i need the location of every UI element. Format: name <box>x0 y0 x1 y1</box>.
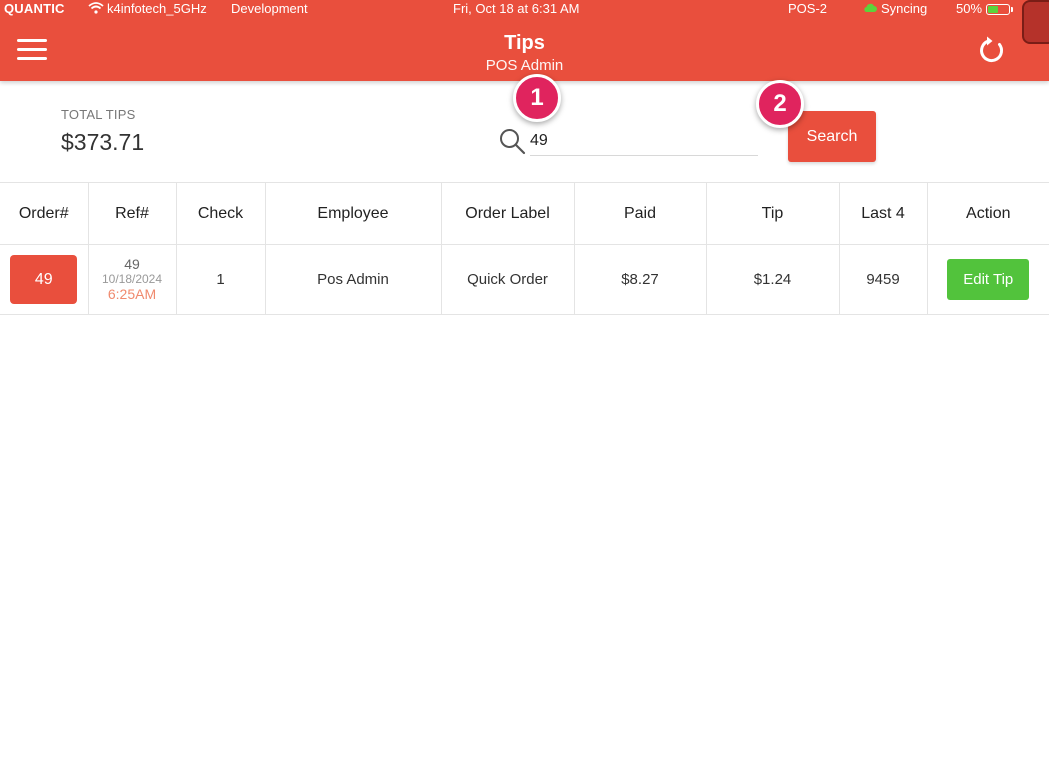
table-row: 49 49 10/18/2024 6:25AM 1 Pos Admin Quic… <box>0 244 1049 315</box>
ref-date: 10/18/2024 <box>101 272 163 286</box>
sync-status: Syncing <box>881 1 928 16</box>
table-header-row: Order# Ref# Check Employee Order Label P… <box>0 182 1049 245</box>
cloud-icon <box>862 2 878 17</box>
environment-label: Development <box>231 1 308 16</box>
step-badge-2: 2 <box>756 80 804 128</box>
cell-check: 1 <box>176 244 266 315</box>
edit-tip-button[interactable]: Edit Tip <box>947 259 1030 300</box>
battery-fill <box>988 6 998 13</box>
cell-order: 49 <box>0 244 89 315</box>
status-datetime: Fri, Oct 18 at 6:31 AM <box>453 1 580 16</box>
ref-time: 6:25AM <box>107 286 157 302</box>
column-header-action: Action <box>927 182 1049 245</box>
total-tips-label: TOTAL TIPS <box>61 107 136 122</box>
column-header-paid: Paid <box>574 182 707 245</box>
page-subtitle: POS Admin <box>485 57 564 74</box>
total-tips-value: $373.71 <box>61 129 145 155</box>
cell-last4: 9459 <box>839 244 928 315</box>
tips-table: Order# Ref# Check Employee Order Label P… <box>0 182 1049 315</box>
battery-percent: 50% <box>956 1 983 16</box>
step-badge-1: 1 <box>513 74 561 122</box>
cell-ref: 49 10/18/2024 6:25AM <box>88 244 177 315</box>
app-header: QUANTIC k4infotech_5GHz Development Fri,… <box>0 0 1049 81</box>
column-header-order: Order# <box>0 182 89 245</box>
cell-paid: $8.27 <box>574 244 707 315</box>
ref-number: 49 <box>124 256 140 272</box>
wifi-ssid: k4infotech_5GHz <box>107 1 207 16</box>
battery-tip <box>1011 7 1013 12</box>
cell-employee: Pos Admin <box>265 244 442 315</box>
cell-order-label: Quick Order <box>441 244 575 315</box>
refresh-icon[interactable] <box>975 33 1009 67</box>
wifi-icon <box>88 0 104 19</box>
column-header-tip: Tip <box>706 182 840 245</box>
column-header-last4: Last 4 <box>839 182 928 245</box>
brand-label: QUANTIC <box>4 1 65 16</box>
column-header-order-label: Order Label <box>441 182 575 245</box>
search-button[interactable]: Search <box>788 111 876 162</box>
status-bar: QUANTIC k4infotech_5GHz Development Fri,… <box>0 0 1049 20</box>
search-input[interactable] <box>530 126 758 156</box>
pos-label: POS-2 <box>788 1 828 16</box>
column-header-employee: Employee <box>265 182 442 245</box>
cell-tip: $1.24 <box>706 244 840 315</box>
cell-action: Edit Tip <box>927 244 1049 315</box>
search-icon <box>498 127 526 155</box>
battery-icon <box>986 4 1010 15</box>
column-header-check: Check <box>176 182 266 245</box>
column-header-ref: Ref# <box>88 182 177 245</box>
order-number-button[interactable]: 49 <box>10 255 78 304</box>
page-title: Tips <box>504 32 545 54</box>
